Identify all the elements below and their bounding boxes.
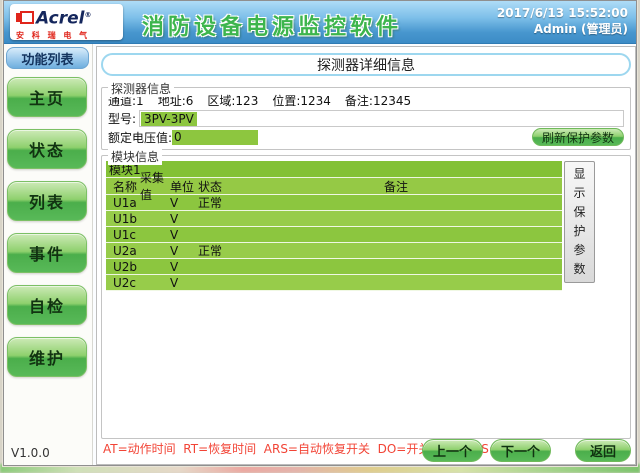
table-row[interactable]: U1a V 正常 — [106, 195, 562, 211]
sidebar-item-status[interactable]: 状态 — [7, 129, 87, 169]
sidebar-item-maintenance[interactable]: 维护 — [7, 337, 87, 377]
model-input[interactable]: 3PV-3PV — [139, 110, 624, 127]
brand-subtitle: 安 科 瑞 电 气 — [16, 30, 118, 41]
show-protection-params-button[interactable]: 显示保护参数 — [564, 161, 595, 283]
version-label: V1.0.0 — [11, 446, 50, 460]
module-info-group: 模块信息 模块1 名称 采集值 单位 状态 备注 U1a — [101, 155, 631, 439]
acrel-logo: Acrel® 安 科 瑞 电 气 — [10, 4, 123, 40]
back-button[interactable]: 返回 — [575, 439, 631, 462]
col-name: 名称 — [106, 178, 140, 195]
acrel-logo-icon — [16, 11, 32, 24]
app-window: Acrel® 安 科 瑞 电 气 消防设备电源监控软件 2017/6/13 15… — [3, 0, 637, 466]
brand-name: Acrel® — [36, 7, 91, 28]
table-header-row: 名称 采集值 单位 状态 备注 — [106, 178, 562, 195]
sidebar-header: 功能列表 — [6, 47, 89, 69]
refresh-protection-params-button[interactable]: 刷新保护参数 — [532, 128, 624, 146]
detector-info-legend: 探测器信息 — [108, 80, 174, 97]
table-rows: U1a V 正常 U1b V — [106, 195, 562, 291]
app-header: Acrel® 安 科 瑞 电 气 消防设备电源监控软件 2017/6/13 15… — [4, 1, 636, 44]
col-note: 备注 — [384, 178, 562, 195]
table-row[interactable]: U1c V — [106, 227, 562, 243]
sidebar: 功能列表 主页 状态 列表 事件 自检 维护 V1.0.0 — [4, 44, 93, 465]
table-row[interactable]: U1b V — [106, 211, 562, 227]
rated-voltage-label: 额定电压值: — [108, 129, 172, 146]
next-button[interactable]: 下一个 — [490, 439, 551, 462]
previous-button[interactable]: 上一个 — [422, 439, 483, 462]
table-row[interactable]: U2b V — [106, 259, 562, 275]
registered-mark: ® — [84, 11, 91, 19]
main-panel: 探测器详细信息 探测器信息 通道:1 地址:6 区域:123 位置:1234 备… — [96, 46, 636, 465]
logged-in-user: Admin (管理员) — [497, 21, 628, 37]
table-row[interactable]: U2c V — [106, 275, 562, 291]
col-unit: 单位 — [170, 178, 198, 195]
model-label: 型号: — [108, 110, 136, 127]
model-value: 3PV-3PV — [141, 112, 197, 126]
detector-info-group: 探测器信息 通道:1 地址:6 区域:123 位置:1234 备注:12345 … — [101, 87, 631, 150]
module-info-legend: 模块信息 — [108, 148, 162, 165]
datetime-display: 2017/6/13 15:52:00 — [497, 5, 628, 21]
detector-zone: 区域:123 — [207, 92, 258, 109]
detector-note: 备注:12345 — [345, 92, 411, 109]
table-row[interactable]: U2a V 正常 — [106, 243, 562, 259]
detector-position: 位置:1234 — [272, 92, 331, 109]
sidebar-item-selftest[interactable]: 自检 — [7, 285, 87, 325]
module-title-row: 模块1 — [106, 161, 562, 178]
model-row: 型号: 3PV-3PV — [108, 109, 624, 128]
col-value: 采集值 — [140, 169, 170, 203]
rated-voltage-value: 0 — [172, 130, 258, 145]
screen: Acrel® 安 科 瑞 电 气 消防设备电源监控软件 2017/6/13 15… — [0, 0, 640, 473]
sidebar-item-events[interactable]: 事件 — [7, 233, 87, 273]
col-status: 状态 — [198, 178, 384, 195]
page-title: 探测器详细信息 — [101, 53, 631, 76]
detector-info-line: 通道:1 地址:6 区域:123 位置:1234 备注:12345 — [108, 92, 624, 109]
sidebar-item-list[interactable]: 列表 — [7, 181, 87, 221]
app-title: 消防设备电源监控软件 — [142, 9, 402, 41]
footer-buttons: 上一个 下一个 返回 — [415, 439, 631, 462]
rated-voltage-row: 额定电压值: 0 刷新保护参数 — [108, 128, 624, 147]
module-table: 模块1 名称 采集值 单位 状态 备注 U1a V — [106, 161, 562, 291]
sidebar-item-home[interactable]: 主页 — [7, 77, 87, 117]
